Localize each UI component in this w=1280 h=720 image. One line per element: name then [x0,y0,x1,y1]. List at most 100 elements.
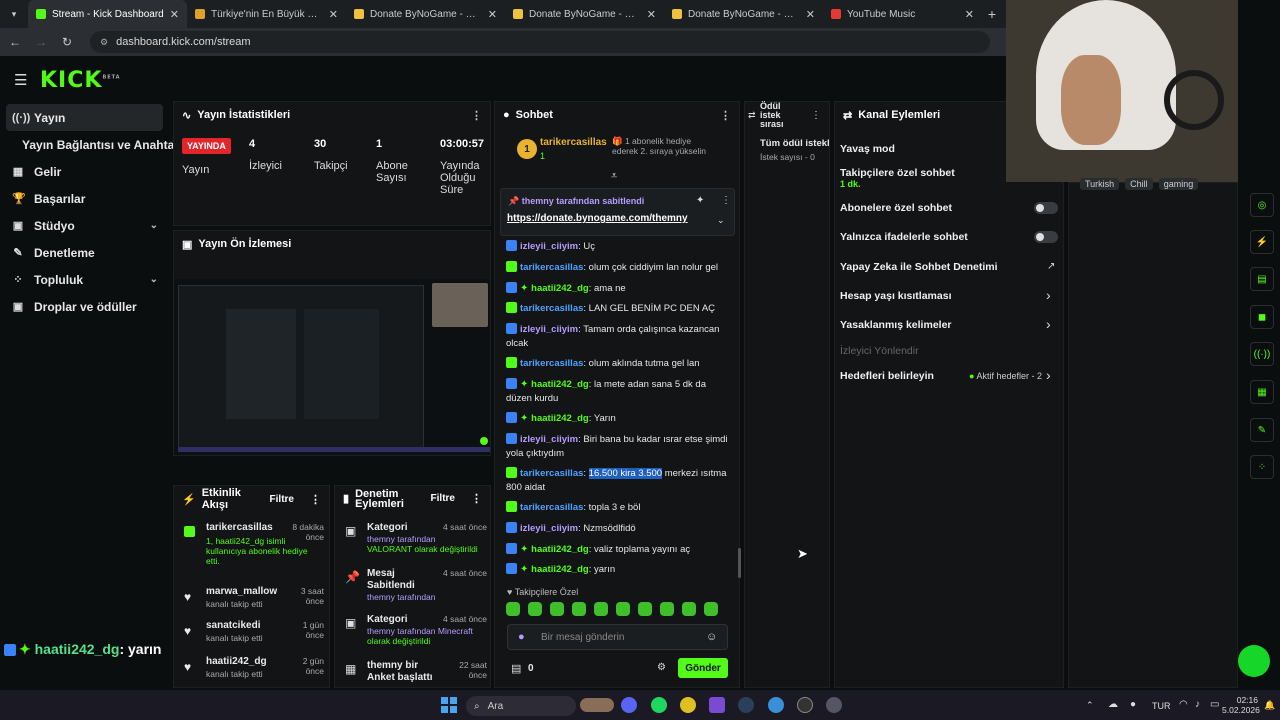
close-tab-icon[interactable]: ✕ [329,8,338,21]
windows-start-icon[interactable] [441,697,457,713]
followers-chat-label[interactable]: Takipçilere özel sohbet [840,167,955,179]
sidebar-item[interactable]: ((·)) Yayın [6,104,163,131]
url-input[interactable]: ⚙ dashboard.kick.com/stream [90,31,990,53]
kick-logo[interactable]: KICKBETA [40,68,121,93]
camera-icon[interactable]: ◎ [1250,193,1274,217]
volume-icon[interactable]: ♪ [1195,699,1200,710]
stream-tag[interactable]: gaming [1158,178,1199,190]
emote-icon[interactable] [506,602,520,616]
chrome-active-icon[interactable] [768,697,784,713]
chat-username[interactable]: tarikercasillas [520,468,583,479]
chat-username[interactable]: haatii242_dg [531,379,589,390]
emote-icon[interactable] [682,602,696,616]
pinned-link[interactable]: https://donate.bynogame.com/themny [507,213,688,224]
layout-icon[interactable]: ▦ [1250,380,1274,404]
chat-message[interactable]: ✦ haatii242_dg: Yarın [506,412,732,426]
activity-filter-button[interactable]: Filtre [270,494,294,505]
browser-tab[interactable]: Stream - Kick Dashboard ✕ [28,0,187,28]
activity-menu-icon[interactable]: ⋮ [310,493,321,506]
chat-message[interactable]: tarikercasillas: 16.500 kira 3.500 merke… [506,467,732,495]
sidebar-item[interactable]: ⁘ Topluluk ⌄ [0,266,170,293]
chat-username[interactable]: haatii242_dg [531,413,589,424]
document-icon[interactable]: ▤ [1250,267,1274,291]
battery-icon[interactable]: ▭ [1210,699,1219,710]
pinned-menu-icon[interactable]: ⋮ [721,195,731,206]
emote-icon[interactable] [704,602,718,616]
mic-icon[interactable]: ● [518,631,525,643]
chat-bubble-icon[interactable]: ◼ [1250,305,1274,329]
chat-username[interactable]: izleyii_ciiyim [520,241,578,252]
chat-username[interactable]: haatii242_dg [531,544,589,555]
taskbar-search[interactable]: ⌕ Ara [466,696,576,716]
tray-chevron-icon[interactable]: ⌃ [1086,700,1094,711]
chat-settings-icon[interactable]: ⚙ [657,662,666,673]
chat-username[interactable]: tarikercasillas [520,358,583,369]
chat-message[interactable]: tarikercasillas: olum aklında tutma gel … [506,357,732,371]
emote-icon[interactable] [594,602,608,616]
close-tab-icon[interactable]: ✕ [647,8,656,21]
tab-list-icon[interactable]: ▾ [0,9,28,20]
account-age-label[interactable]: Hesap yaşı kısıtlaması [840,290,952,302]
new-tab-button[interactable]: + [982,6,1002,22]
chat-username[interactable]: izleyii_ciiyim [520,523,578,534]
close-tab-icon[interactable]: ✕ [965,8,974,21]
activity-user[interactable]: haatii242_dg [206,656,267,667]
reload-icon[interactable]: ↻ [60,35,74,49]
language-indicator[interactable]: TUR [1152,701,1171,711]
browser-tab[interactable]: YouTube Music ✕ [823,0,982,28]
sidebar-item[interactable]: ✎ Denetleme [0,239,170,266]
settings-app-icon[interactable] [826,697,842,713]
emote-icon[interactable] [638,602,652,616]
send-button[interactable]: Gönder [678,658,728,678]
close-tab-icon[interactable]: ✕ [170,8,179,21]
browser-tab[interactable]: Donate ByNoGame - Streamer ✕ [505,0,664,28]
unpin-icon[interactable]: ✦ [696,195,704,206]
chat-username[interactable]: tarikercasillas [520,262,583,273]
sidebar-item[interactable]: 🏆 Başarılar [0,185,170,212]
sidebar-item[interactable]: ▣ Stüdyo ⌄ [0,212,170,239]
points-icon[interactable]: ▤ [511,662,521,675]
preview-video[interactable] [174,279,490,455]
chat-message[interactable]: izleyii_ciiyim: Biri bana bu kadar ısrar… [506,433,732,461]
steam-icon[interactable] [738,697,754,713]
cloud-icon[interactable]: ☁ [1108,699,1118,710]
chat-username[interactable]: izleyii_ciiyim [520,324,578,335]
chat-message[interactable]: ✦ haatii242_dg: yarın [506,563,732,577]
emote-icon[interactable] [572,602,586,616]
chat-message[interactable]: ✦ haatii242_dg: ama ne [506,282,732,296]
collapse-icon[interactable]: ⩡ [611,170,617,183]
close-tab-icon[interactable]: ✕ [488,8,497,21]
chat-input[interactable]: ● Bir mesaj gönderin ☺ [507,624,728,650]
chat-menu-icon[interactable]: ⋮ [720,109,731,122]
sidebar-item[interactable]: Yayın Bağlantısı ve Anahtarı [0,131,182,158]
browser-tab[interactable]: Donate ByNoGame - Gelen/Gid ✕ [346,0,505,28]
broadcast-icon[interactable]: ((·)) [1250,342,1274,366]
chevron-right-icon[interactable]: › [1046,367,1051,383]
chat-username[interactable]: haatii242_dg [531,564,589,575]
clock[interactable]: 02:16 5.02.2026 [1222,695,1260,715]
notification-icon[interactable]: 🔔 [1264,700,1275,711]
spotify-icon[interactable] [651,697,667,713]
wifi-icon[interactable]: ◠ [1179,699,1188,710]
emote-icon[interactable] [528,602,542,616]
chat-username[interactable]: haatii242_dg [531,283,589,294]
chat-scrollbar[interactable] [738,548,741,578]
chat-username[interactable]: tarikercasillas [520,502,583,513]
chevron-right-icon[interactable]: › [1046,316,1051,332]
browser-tab[interactable]: Donate ByNoGame - Gelen/Gid ✕ [664,0,823,28]
emote-icon[interactable] [616,602,630,616]
emoji-icon[interactable]: ☺ [706,631,717,643]
news-widget-icon[interactable] [580,698,614,712]
emote-icon[interactable] [550,602,564,616]
chevron-down-icon[interactable]: ⌄ [150,220,158,231]
slow-mode-label[interactable]: Yavaş mod [840,143,895,155]
subs-chat-toggle[interactable] [1034,202,1058,214]
tray-app-icon[interactable]: ● [1130,699,1136,710]
banned-words-label[interactable]: Yasaklanmış kelimeler [840,319,952,331]
forward-icon[interactable]: → [34,35,48,49]
chat-message[interactable]: izleyii_ciiyim: Tamam orda çalışınca kaz… [506,323,732,351]
chevron-right-icon[interactable]: › [1046,287,1051,303]
hamburger-icon[interactable]: ☰ [14,71,27,89]
expand-chevron-icon[interactable]: ⌄ [717,215,725,226]
stream-tag[interactable]: Chill [1125,178,1153,190]
